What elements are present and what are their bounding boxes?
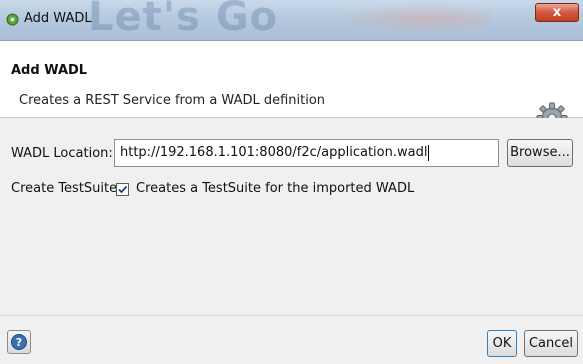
svg-text:?: ? — [16, 336, 22, 349]
close-icon: x — [552, 5, 562, 20]
cancel-button[interactable]: Cancel — [524, 330, 578, 357]
app-icon — [6, 13, 19, 26]
close-button[interactable]: x — [535, 3, 579, 22]
create-testsuite-checkbox[interactable] — [116, 183, 129, 196]
ok-button[interactable]: OK — [487, 330, 517, 357]
create-testsuite-text: Creates a TestSuite for the imported WAD… — [136, 181, 415, 196]
wadl-location-label: WADL Location: — [11, 146, 113, 161]
form-area: WADL Location: http://192.168.1.101:8080… — [0, 118, 583, 315]
text-caret — [428, 144, 430, 161]
titlebar-background-text: Let's Go — [88, 0, 279, 40]
cancel-button-label: Cancel — [528, 336, 574, 351]
help-icon: ? — [11, 334, 27, 350]
checkmark-icon — [118, 185, 128, 194]
window-titlebar[interactable]: Let's Go Add WADL x — [0, 0, 583, 41]
titlebar-decoration — [330, 4, 490, 34]
ok-button-label: OK — [492, 336, 512, 351]
dialog-header: Add WADL Creates a REST Service from a W… — [0, 41, 583, 134]
window-title: Add WADL — [24, 11, 92, 26]
browse-button[interactable]: Browse... — [507, 139, 573, 167]
dialog-description: Creates a REST Service from a WADL defin… — [19, 93, 326, 108]
dialog-title: Add WADL — [11, 63, 88, 78]
wadl-location-input[interactable]: http://192.168.1.101:8080/f2c/applicatio… — [114, 139, 499, 167]
create-testsuite-label: Create TestSuite: — [11, 181, 122, 196]
browse-button-label: Browse... — [510, 145, 570, 160]
wadl-location-value: http://192.168.1.101:8080/f2c/applicatio… — [120, 145, 428, 160]
dialog-footer: ? OK Cancel — [0, 315, 583, 364]
help-button[interactable]: ? — [7, 330, 31, 354]
